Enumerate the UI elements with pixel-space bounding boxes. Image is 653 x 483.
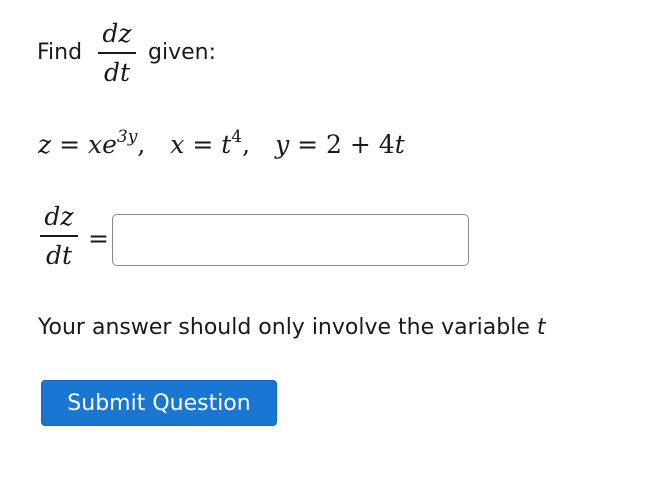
hint-variable: t xyxy=(536,315,546,340)
equals-sign: = xyxy=(184,130,222,159)
separator: , xyxy=(242,130,251,159)
fraction-bar xyxy=(98,52,136,54)
hint-text: Your answer should only involve the vari… xyxy=(38,315,546,340)
fraction-denominator: dt xyxy=(103,58,131,87)
hint-message: Your answer should only involve the vari… xyxy=(38,315,537,340)
answer-derivative-fraction: dz dt xyxy=(40,203,78,270)
equation: z = xe3y, x = t4, y = 2 + 4t xyxy=(38,127,405,160)
equals-sign: = xyxy=(51,130,89,159)
var-t: t xyxy=(221,130,232,159)
submit-question-button[interactable]: Submit Question xyxy=(41,380,277,426)
fraction-bar xyxy=(40,235,78,237)
derivative-fraction: dz dt xyxy=(98,20,136,87)
var-x: x xyxy=(88,130,103,159)
var-x: x xyxy=(170,130,185,159)
var-t: t xyxy=(394,130,405,159)
fraction-denominator: dt xyxy=(45,241,73,270)
fraction-numerator: dz xyxy=(44,202,74,231)
answer-equals-sign: = xyxy=(88,224,109,253)
equation-rhs: = 2 + 4 xyxy=(289,130,395,159)
var-y: y xyxy=(275,130,290,159)
constant-e: e xyxy=(102,130,117,159)
find-label: Find xyxy=(37,40,83,65)
var-z: z xyxy=(38,130,52,159)
answer-input[interactable] xyxy=(112,214,469,266)
exponent-3y: 3y xyxy=(116,127,138,147)
given-label: given: xyxy=(148,40,216,65)
fraction-numerator: dz xyxy=(102,19,132,48)
exponent-4: 4 xyxy=(231,127,243,147)
